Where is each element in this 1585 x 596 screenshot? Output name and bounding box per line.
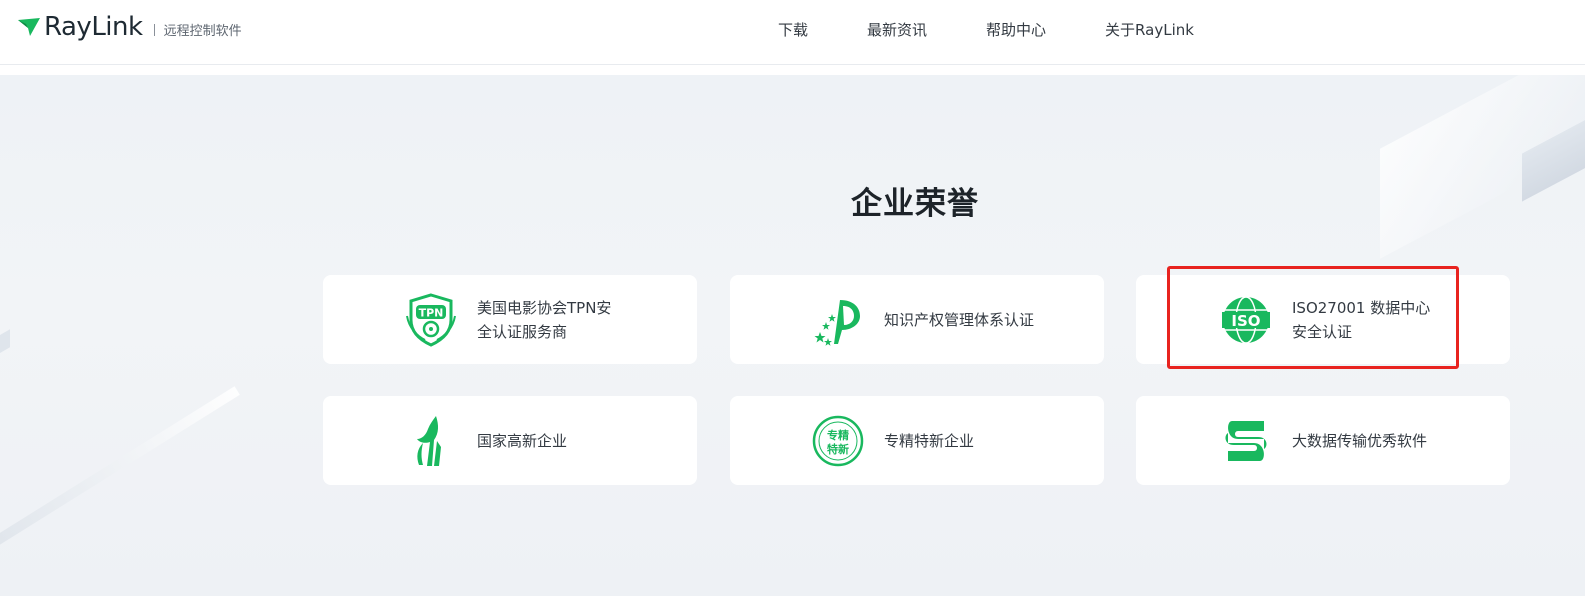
honor-label: 国家高新企业 [477, 431, 568, 450]
raylink-logo-icon [18, 18, 40, 36]
honor-card-data-transfer: 大数据传输优秀软件 [1136, 396, 1510, 485]
raylink-logo[interactable]: RayLink 远程控制软件 [16, 12, 242, 42]
decorative-shape [0, 386, 240, 554]
logo-divider [153, 24, 155, 36]
highlight-box [1167, 266, 1459, 369]
site-header: RayLink 远程控制软件 下载 最新资讯 帮助中心 关于RayLink [0, 0, 1585, 65]
svg-text:专精: 专精 [827, 428, 849, 442]
specialized-badge-icon: 专精 特新 [810, 413, 866, 469]
section-title: 企业荣誉 [851, 186, 979, 222]
honor-label: 专精特新企业 [884, 431, 975, 450]
nav-news[interactable]: 最新资讯 [867, 20, 927, 40]
honor-card-tpn: TPN 美国电影协会TPN安 全认证服务商 [323, 275, 697, 364]
svg-text:TPN: TPN [419, 306, 444, 319]
svg-text:特新: 特新 [827, 442, 849, 456]
ip-certification-icon [810, 292, 866, 348]
data-transfer-icon [1218, 413, 1274, 469]
honor-label: 美国电影协会TPN安 全认证服务商 [477, 298, 612, 341]
decorative-shape [0, 329, 10, 359]
nav-download[interactable]: 下载 [778, 20, 808, 40]
honor-label: 大数据传输优秀软件 [1292, 431, 1428, 450]
honor-card-ip-certification: 知识产权管理体系认证 [730, 275, 1104, 364]
tpn-shield-icon: TPN [403, 292, 459, 348]
honor-label: 知识产权管理体系认证 [884, 310, 1035, 329]
honors-section: 企业荣誉 TPN 美国电影协会TPN安 全认证服务商 知识产权管理体系认证 IS… [0, 75, 1585, 596]
nav-help-center[interactable]: 帮助中心 [986, 20, 1046, 40]
logo-subtitle: 远程控制软件 [163, 24, 242, 39]
high-tech-flame-icon [403, 413, 459, 469]
honor-card-specialized: 专精 特新 专精特新企业 [730, 396, 1104, 485]
honor-card-high-tech: 国家高新企业 [323, 396, 697, 485]
logo-wordmark: RayLink [44, 12, 143, 42]
main-nav: 下载 最新资讯 帮助中心 关于RayLink [778, 20, 1194, 40]
nav-about[interactable]: 关于RayLink [1105, 20, 1194, 40]
